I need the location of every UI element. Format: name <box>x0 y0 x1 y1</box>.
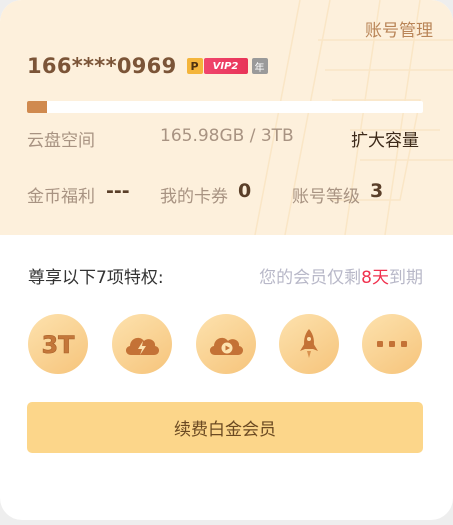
renew-platinum-button[interactable]: 续费白金会员 <box>27 402 423 453</box>
phone-number: 166****0969 <box>27 54 177 78</box>
membership-remaining: 您的会员仅剩8天到期 <box>259 263 423 288</box>
p-badge: P <box>186 58 203 74</box>
account-banner: 账号管理 166****0969 P VIP2 年 云盘空间 165.98GB … <box>0 0 453 235</box>
user-info: 166****0969 P VIP2 年 <box>27 53 268 79</box>
privileges-title: 尊享以下7项特权: <box>28 268 164 288</box>
coins-label[interactable]: 金币福利 <box>27 182 95 207</box>
rocket-glyph <box>300 329 318 358</box>
coupons-value[interactable]: 0 <box>238 180 251 202</box>
storage-progress-fill <box>27 101 47 113</box>
vip-level-badge: VIP2 <box>203 58 248 74</box>
annual-badge: 年 <box>251 58 268 74</box>
coupons-label[interactable]: 我的卡券 <box>160 182 228 207</box>
vip-card: 账号管理 166****0969 P VIP2 年 云盘空间 165.98GB … <box>0 0 453 520</box>
level-value[interactable]: 3 <box>370 180 383 202</box>
cloud-play-glyph <box>209 337 244 355</box>
rocket-icon[interactable] <box>279 314 339 374</box>
3t-glyph: 3T <box>41 331 75 359</box>
coins-value[interactable]: --- <box>106 180 130 202</box>
expand-storage-link[interactable]: 扩大容量 <box>351 126 419 151</box>
storage-usage: 165.98GB / 3TB <box>160 126 294 146</box>
storage-label: 云盘空间 <box>27 131 95 151</box>
cloud-speed-icon[interactable] <box>112 314 172 374</box>
remain-suffix: 到期 <box>389 268 423 288</box>
account-manage-link[interactable]: 账号管理 <box>365 16 433 41</box>
level-label[interactable]: 账号等级 <box>292 182 360 207</box>
storage-progress-bar <box>27 101 423 113</box>
cloud-video-icon[interactable] <box>196 314 256 374</box>
cloud-bolt-glyph <box>125 337 160 355</box>
svg-text:3T: 3T <box>41 331 75 359</box>
ellipsis-glyph <box>377 341 407 347</box>
3t-storage-icon[interactable]: 3T <box>28 314 88 374</box>
more-icon[interactable] <box>362 314 422 374</box>
remain-prefix: 您的会员仅剩 <box>259 268 362 288</box>
remain-days: 8天 <box>361 268 389 288</box>
